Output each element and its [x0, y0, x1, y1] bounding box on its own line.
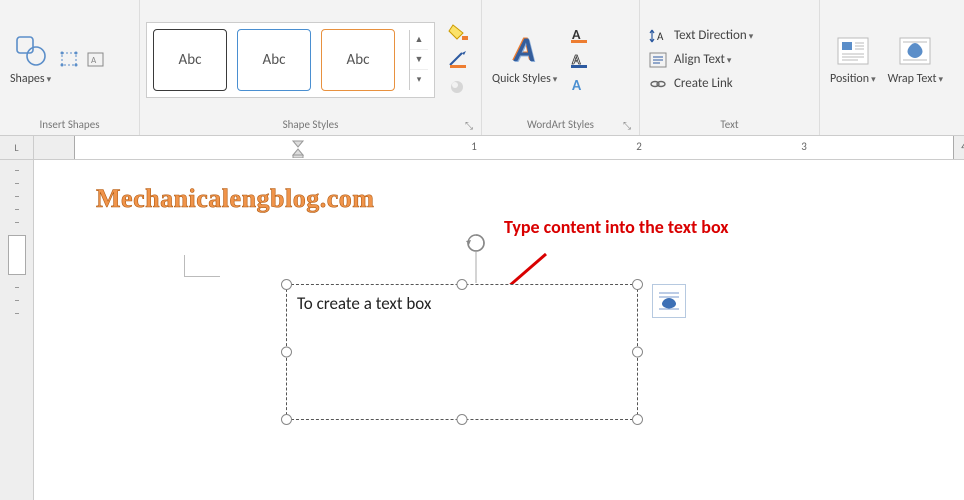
- text-effects-icon[interactable]: A: [567, 74, 593, 96]
- ribbon: Shapes A Insert Shapes Abc Abc Abc ▲ ▼: [0, 0, 964, 136]
- ruler-mark-1: 1: [471, 140, 477, 153]
- align-text-label: Align Text: [674, 52, 731, 67]
- shapes-icon: [13, 33, 49, 69]
- group-shape-styles: Abc Abc Abc ▲ ▼ ▾: [140, 0, 482, 135]
- group-text: A Text Direction Align Text Create Link: [640, 0, 820, 135]
- position-icon: [835, 33, 871, 69]
- watermark-text: Mechanicalengblog.com: [96, 184, 374, 214]
- shape-style-thumb-2[interactable]: Abc: [237, 29, 311, 91]
- shapes-dropdown[interactable]: Shapes: [6, 31, 55, 88]
- shape-mini-palette: A: [59, 50, 107, 70]
- svg-text:A: A: [91, 55, 97, 66]
- ruler-mark-2: 2: [636, 140, 642, 153]
- resize-handle-mr[interactable]: [632, 347, 643, 358]
- group-label-insert-shapes: Insert Shapes: [6, 115, 133, 135]
- indent-marker-icon[interactable]: [292, 138, 304, 156]
- create-link-icon: [648, 75, 668, 93]
- resize-handle-br[interactable]: [632, 414, 643, 425]
- wrap-text-dropdown[interactable]: Wrap Text: [884, 31, 947, 88]
- resize-handle-tl[interactable]: [281, 279, 292, 290]
- quick-styles-dropdown[interactable]: A Quick Styles: [488, 31, 561, 88]
- position-label: Position: [830, 73, 876, 86]
- layout-options-button[interactable]: [652, 284, 686, 318]
- text-direction-button[interactable]: A Text Direction: [646, 26, 755, 46]
- gallery-up-icon[interactable]: ▲: [410, 30, 428, 50]
- svg-text:A: A: [657, 30, 664, 43]
- text-outline-icon[interactable]: A: [567, 49, 593, 71]
- ruler-mark-3: 3: [801, 140, 807, 153]
- gallery-scroll: ▲ ▼ ▾: [409, 30, 428, 90]
- align-text-button[interactable]: Align Text: [646, 50, 755, 70]
- text-box-content[interactable]: To create a text box: [287, 285, 637, 322]
- hruler-track[interactable]: 1 2 3 4: [34, 136, 964, 160]
- align-text-icon: [648, 51, 668, 69]
- text-direction-icon: A: [648, 27, 668, 45]
- group-label-wordart-styles: WordArt Styles ⤡: [488, 115, 633, 135]
- group-insert-shapes: Shapes A Insert Shapes: [0, 0, 140, 135]
- shape-styles-launcher-icon[interactable]: ⤡: [465, 119, 473, 132]
- rotate-handle-icon[interactable]: [464, 233, 488, 283]
- horizontal-ruler: L 1 2 3 4: [0, 136, 964, 160]
- document-area: Mechanicalengblog.com Type content into …: [0, 160, 964, 500]
- shape-outline-icon[interactable]: [443, 48, 473, 72]
- page[interactable]: Mechanicalengblog.com Type content into …: [34, 160, 964, 500]
- page-margin-corner-icon: [184, 255, 220, 277]
- resize-handle-bl[interactable]: [281, 414, 292, 425]
- wrap-text-label: Wrap Text: [888, 73, 943, 86]
- wordart-launcher-icon[interactable]: ⤡: [623, 119, 631, 132]
- quick-styles-label: Quick Styles: [492, 73, 557, 86]
- resize-handle-bm[interactable]: [457, 414, 468, 425]
- layout-options-icon: [656, 289, 682, 313]
- draw-textbox-icon[interactable]: A: [85, 50, 107, 70]
- resize-handle-tm[interactable]: [457, 279, 468, 290]
- group-label-shape-styles: Shape Styles ⤡: [146, 115, 475, 135]
- create-link-label: Create Link: [674, 76, 733, 91]
- group-wordart-styles: A Quick Styles A A A WordArt Styles ⤡: [482, 0, 640, 135]
- gallery-down-icon[interactable]: ▼: [410, 50, 428, 70]
- wrap-text-icon: [897, 33, 933, 69]
- gallery-more-icon[interactable]: ▾: [410, 70, 428, 90]
- group-label-text: Text: [646, 115, 813, 135]
- group-arrange: Position Wrap Text: [820, 0, 964, 135]
- ruler-corner[interactable]: L: [0, 136, 34, 160]
- shape-fill-icon[interactable]: [443, 20, 473, 44]
- edit-shape-icon[interactable]: [59, 50, 81, 70]
- shape-style-thumb-1[interactable]: Abc: [153, 29, 227, 91]
- quick-styles-icon: A: [507, 33, 543, 69]
- resize-handle-tr[interactable]: [632, 279, 643, 290]
- resize-handle-ml[interactable]: [281, 347, 292, 358]
- shapes-label: Shapes: [10, 73, 51, 86]
- vertical-ruler[interactable]: [0, 160, 34, 500]
- text-fill-icon[interactable]: A: [567, 24, 593, 46]
- svg-text:A: A: [572, 77, 582, 94]
- shape-style-gallery: Abc Abc Abc ▲ ▼ ▾: [146, 22, 435, 98]
- text-box[interactable]: To create a text box: [286, 284, 638, 420]
- shape-effects-icon[interactable]: [443, 76, 473, 100]
- position-dropdown[interactable]: Position: [826, 31, 880, 88]
- group-label-arrange: [826, 115, 958, 135]
- text-direction-label: Text Direction: [674, 28, 753, 43]
- annotation-text: Type content into the text box: [504, 216, 729, 238]
- create-link-button[interactable]: Create Link: [646, 74, 755, 94]
- shape-style-thumb-3[interactable]: Abc: [321, 29, 395, 91]
